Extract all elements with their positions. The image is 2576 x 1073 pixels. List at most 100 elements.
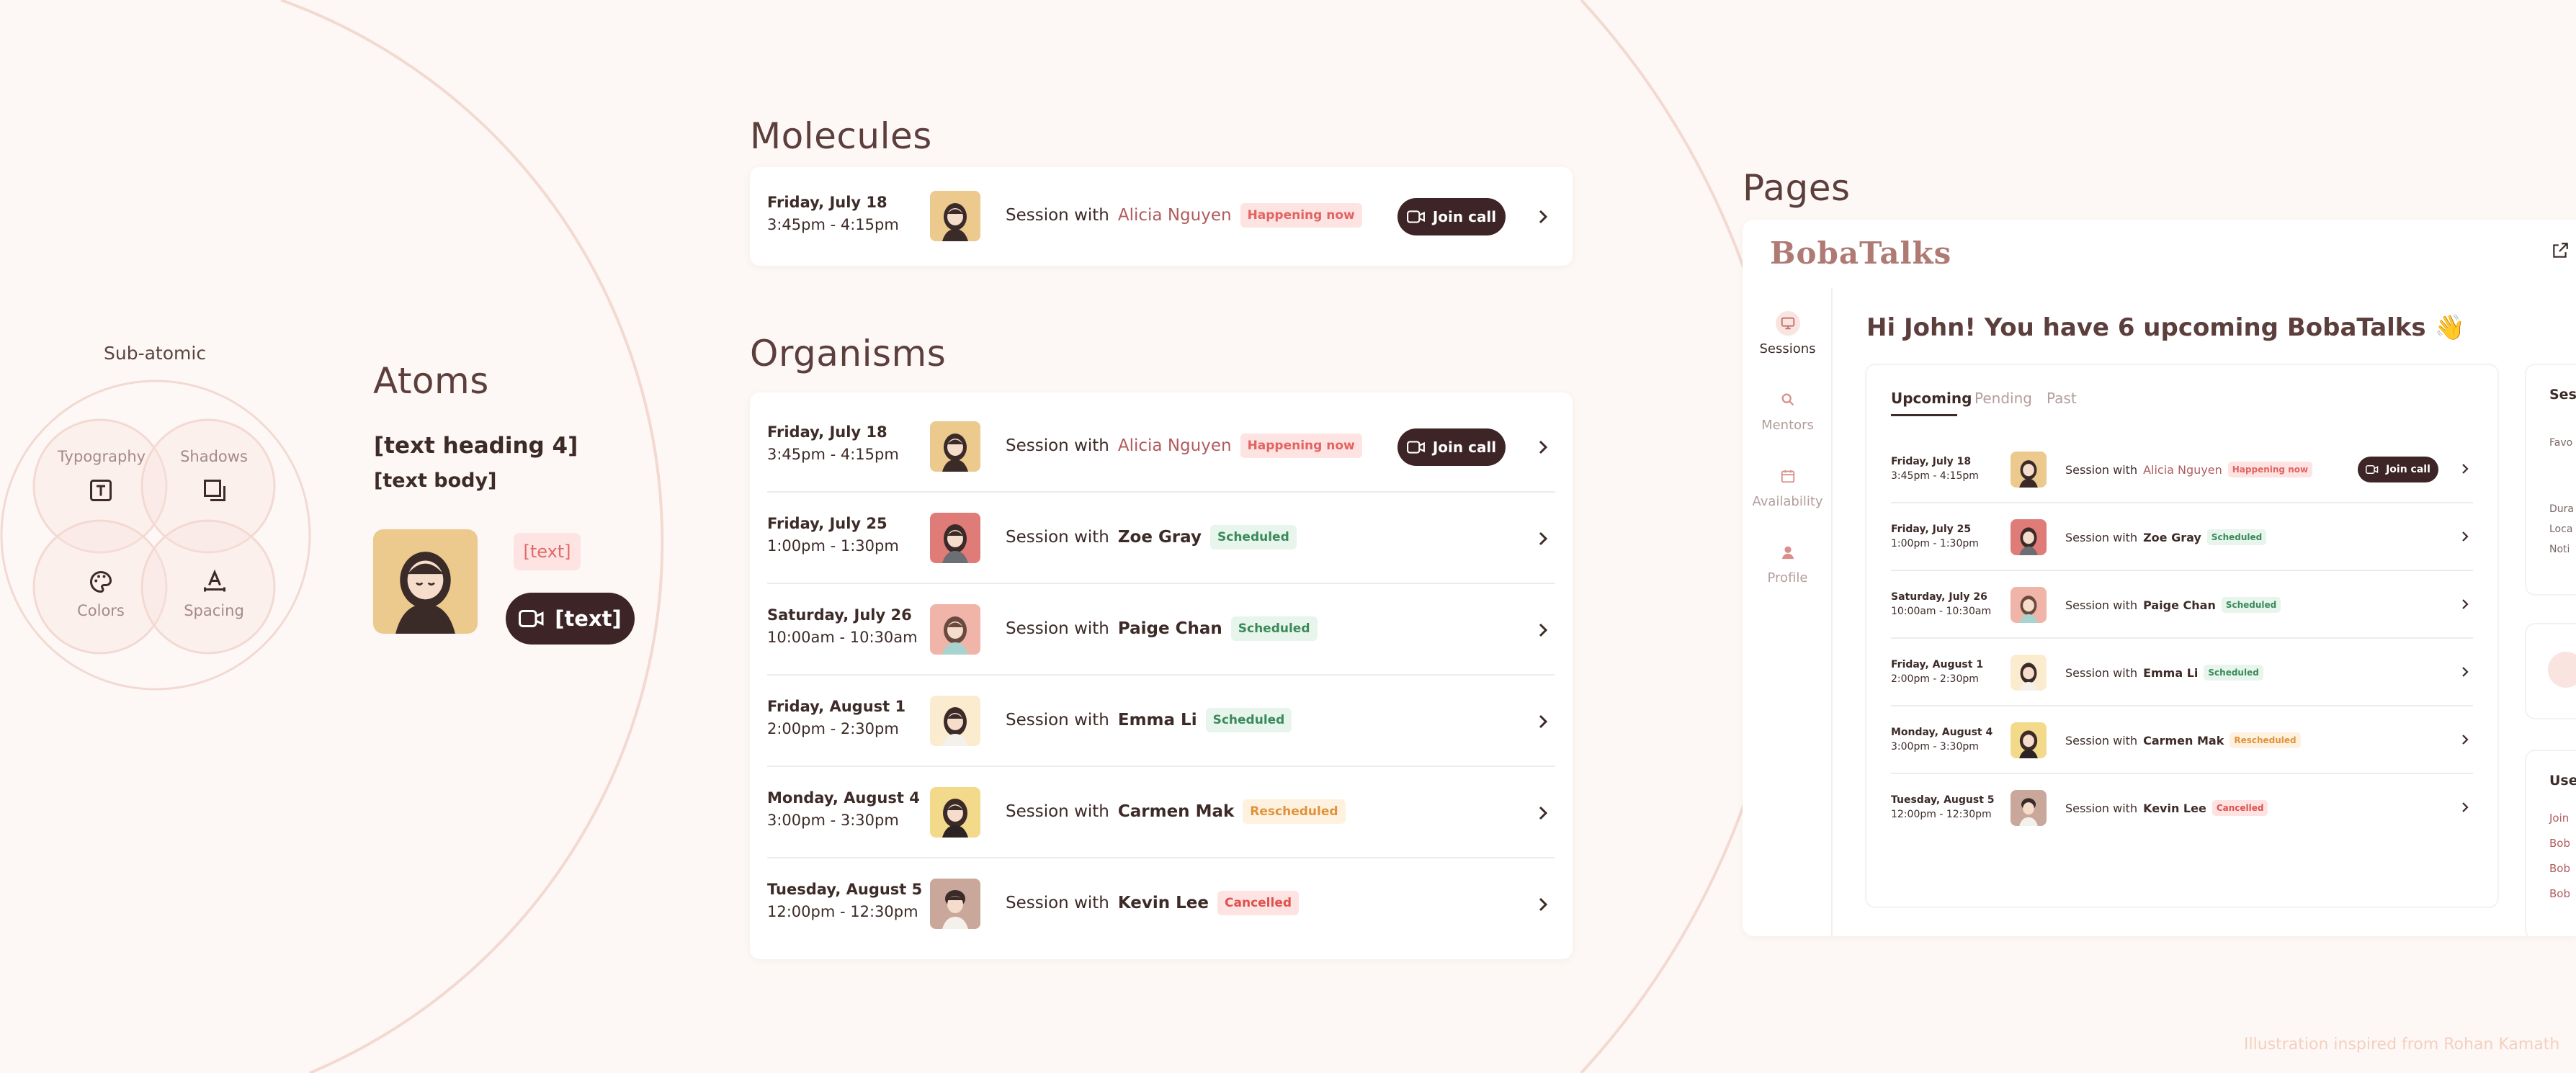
chevron-right-icon[interactable]: [2459, 462, 2472, 475]
tab-pending[interactable]: Pending: [1975, 390, 2032, 407]
session-title: Session with Kevin Lee Cancelled: [2065, 800, 2268, 816]
atom-badge: [text]: [514, 533, 581, 570]
chevron-right-icon[interactable]: [2459, 801, 2472, 814]
mentor-avatar: [930, 787, 980, 838]
mentor-avatar: [2011, 519, 2047, 555]
session-title: Session with Kevin Lee Cancelled: [1006, 891, 1300, 915]
tab-past[interactable]: Past: [2047, 390, 2077, 407]
useful-link[interactable]: Bob: [2549, 862, 2570, 875]
session-date: Monday, August 4 3:00pm - 3:30pm: [767, 789, 920, 829]
molecule-session-card[interactable]: Friday, July 18 3:45pm - 4:15pm Session w…: [750, 167, 1573, 266]
shadows-label: Shadows: [180, 448, 248, 465]
row-divider: [767, 857, 1555, 858]
atom-button[interactable]: [text]: [506, 593, 635, 645]
active-tab-underline: [1891, 414, 1957, 416]
chevron-right-icon[interactable]: [1534, 804, 1552, 822]
organisms-title: Organisms: [750, 333, 947, 374]
profile-icon: [1776, 540, 1800, 565]
session-title: Session with Carmen Mak Rescheduled: [2065, 732, 2301, 748]
sidebar-item-profile[interactable]: Profile: [1743, 540, 1833, 585]
spacing-label: Spacing: [184, 602, 244, 619]
row-divider: [767, 674, 1555, 675]
join-call-button[interactable]: Join call: [1397, 428, 1506, 466]
detail-location: Loca: [2549, 524, 2573, 535]
useful-link[interactable]: Bob: [2549, 837, 2570, 850]
app-logo[interactable]: BobaTalks: [1770, 235, 1951, 271]
sessions-panel: Upcoming Pending Past Friday, July 18 3:4…: [1866, 365, 2497, 907]
session-date: Tuesday, August 5 12:00pm - 12:30pm: [767, 881, 923, 920]
chevron-right-icon[interactable]: [1534, 530, 1552, 547]
mentor-avatar: [2011, 452, 2047, 488]
chevron-right-icon[interactable]: [2459, 530, 2472, 543]
session-date: Friday, July 18 3:45pm - 4:15pm: [1891, 456, 1979, 482]
detail-notes: Noti: [2549, 544, 2570, 555]
chevron-right-icon[interactable]: [1534, 896, 1552, 913]
sessions-icon: [1775, 311, 1800, 336]
pages-title: Pages: [1743, 167, 1851, 209]
session-date: Tuesday, August 5 12:00pm - 12:30pm: [1891, 794, 1995, 820]
atoms-title: Atoms: [373, 360, 489, 402]
mentor-avatar: [2011, 722, 2047, 758]
chevron-right-icon[interactable]: [2459, 733, 2472, 746]
session-title: Session with Emma Li Scheduled: [2065, 665, 2263, 681]
chevron-right-icon[interactable]: [1534, 439, 1552, 456]
mentor-card-avatar: [2548, 652, 2576, 688]
mentor-avatar: [2011, 587, 2047, 623]
useful-link[interactable]: Bob: [2549, 887, 2570, 900]
mentor-avatar: [930, 879, 980, 929]
row-divider: [1891, 502, 2473, 503]
detail-favorite: Favo: [2549, 437, 2573, 449]
typography-icon: [90, 480, 112, 501]
chevron-right-icon[interactable]: [1534, 621, 1552, 639]
chevron-right-icon[interactable]: [2459, 665, 2472, 678]
useful-links-title: Use: [2549, 773, 2576, 789]
session-title: Session with Alicia Nguyen Happening now: [2065, 462, 2313, 477]
atom-text-heading: [text heading 4]: [374, 433, 578, 459]
session-date: Saturday, July 26 10:00am - 10:30am: [767, 606, 918, 646]
video-icon: [2366, 465, 2379, 474]
sidebar-item-availability[interactable]: Availability: [1743, 464, 1833, 509]
session-title: Session with Alicia Nguyen Happening now: [1006, 203, 1362, 228]
mentor-avatar: [930, 191, 980, 241]
credit-text: Illustration inspired from Rohan Kamath: [2244, 1036, 2560, 1054]
chevron-right-icon[interactable]: [1534, 208, 1552, 225]
shadows-icon: [204, 480, 225, 501]
mentor-avatar: [2011, 655, 2047, 691]
session-date: Friday, August 1 2:00pm - 2:30pm: [1891, 659, 1984, 685]
video-icon: [1406, 441, 1425, 454]
video-icon: [1406, 210, 1425, 223]
join-call-button[interactable]: Join call: [2358, 457, 2438, 482]
sidebar-item-sessions[interactable]: Sessions: [1743, 311, 1833, 356]
tab-upcoming[interactable]: Upcoming: [1891, 390, 1972, 407]
row-divider: [1891, 773, 2473, 774]
sidebar-item-mentors[interactable]: Mentors: [1743, 387, 1833, 433]
session-date: Friday, July 25 1:00pm - 1:30pm: [1891, 524, 1979, 549]
session-date: Monday, August 4 3:00pm - 3:30pm: [1891, 727, 1993, 753]
search-icon: [1776, 387, 1800, 412]
session-title: Session with Zoe Gray Scheduled: [1006, 525, 1297, 549]
session-title: Session with Emma Li Scheduled: [1006, 708, 1292, 732]
chevron-right-icon[interactable]: [1534, 713, 1552, 730]
session-date: Saturday, July 26 10:00am - 10:30am: [1891, 591, 1992, 617]
chevron-right-icon[interactable]: [2459, 598, 2472, 611]
subatomic-title: Sub-atomic: [104, 343, 207, 364]
row-divider: [1891, 570, 2473, 571]
row-divider: [1891, 637, 2473, 639]
session-date: Friday, July 25 1:00pm - 1:30pm: [767, 515, 899, 555]
session-date: Friday, August 1 2:00pm - 2:30pm: [767, 698, 906, 737]
detail-title: Ses: [2549, 387, 2576, 403]
atom-avatar: [373, 529, 478, 634]
atom-text-body: [text body]: [374, 470, 497, 492]
row-divider: [767, 583, 1555, 584]
row-divider: [767, 491, 1555, 493]
session-date: Friday, July 18 3:45pm - 4:15pm: [767, 194, 899, 233]
useful-link[interactable]: Join: [2549, 812, 2569, 825]
calendar-icon: [1776, 464, 1800, 488]
mentor-avatar: [930, 513, 980, 563]
session-title: Session with Alicia Nguyen Happening now: [1006, 434, 1362, 458]
mentor-card: [2526, 624, 2576, 718]
external-link-icon[interactable]: [2551, 241, 2570, 260]
subatomic-venn: [0, 380, 311, 691]
join-call-button[interactable]: Join call: [1397, 198, 1506, 235]
greeting-heading: Hi John! You have 6 upcoming BobaTalks 👋: [1866, 313, 2465, 342]
